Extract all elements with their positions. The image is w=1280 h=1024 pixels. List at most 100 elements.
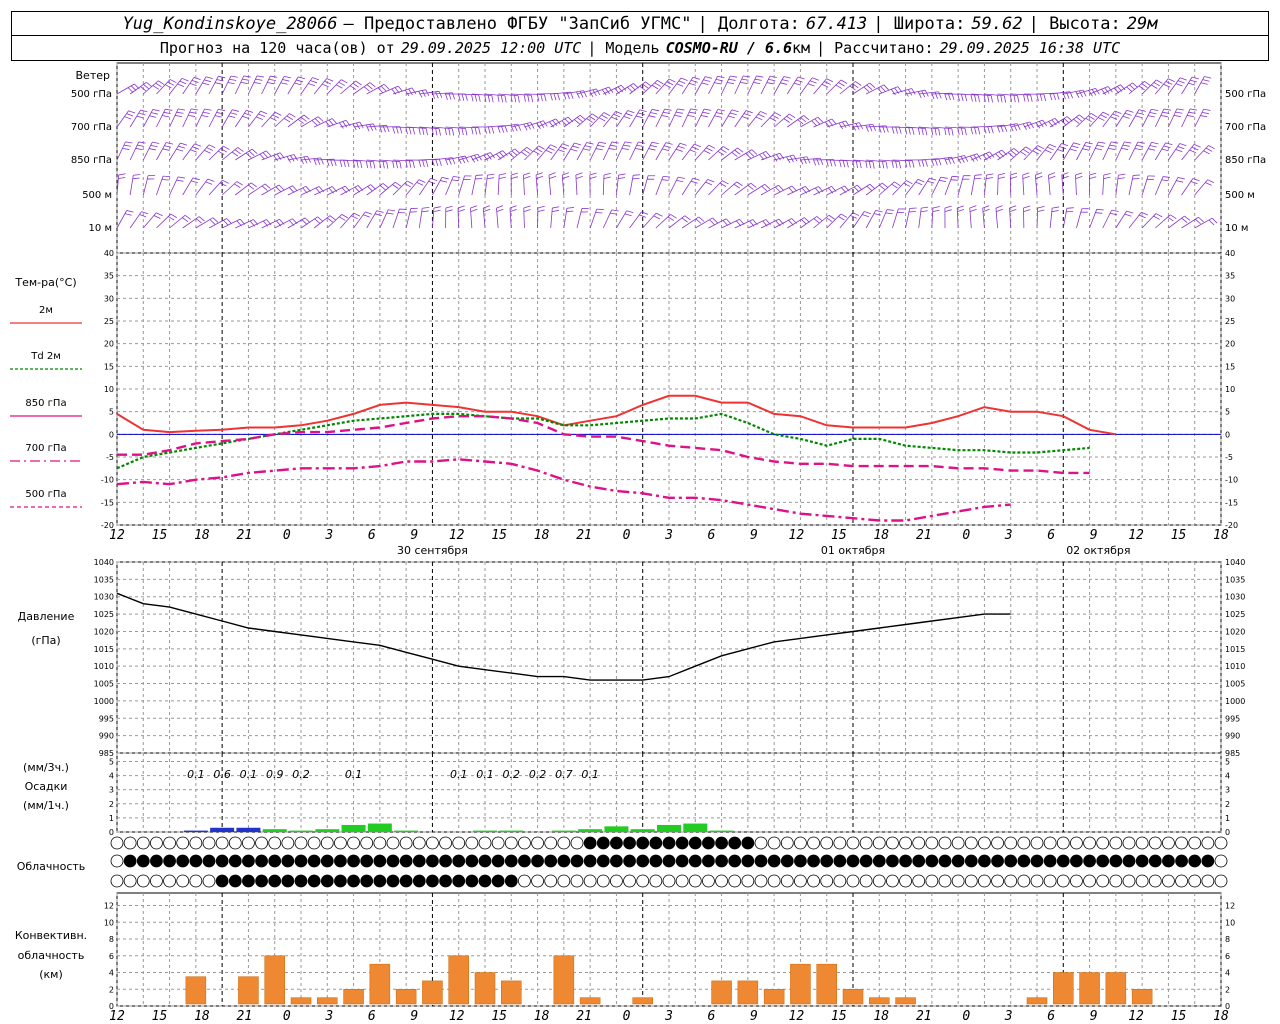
cloud-circle	[320, 854, 334, 868]
cloud-circle	[110, 874, 124, 888]
cloud-circle	[150, 854, 163, 868]
wind-barb-feather	[425, 160, 429, 168]
wind-barb-feather	[1048, 172, 1056, 176]
wind-barb-feather	[270, 75, 278, 78]
wind-barb-feather	[584, 145, 592, 148]
conv-bar	[501, 980, 522, 1005]
wind-barb-feather	[267, 82, 275, 85]
wind-barb-feather	[383, 83, 390, 90]
wind-barb-feather	[1023, 205, 1031, 209]
wind-barb-feather	[891, 126, 895, 134]
wind-barb-feather	[1151, 141, 1159, 145]
wind-barb-feather	[491, 95, 494, 103]
hour-tick-temp: 18	[194, 528, 210, 543]
wind-barb-feather	[316, 158, 321, 165]
wind-barb-feather	[743, 113, 751, 117]
wind-barb-feather	[326, 78, 334, 82]
cloud-circle	[478, 874, 492, 888]
wind-barb-feather	[395, 181, 402, 187]
press-ytick-left: 990	[99, 732, 114, 741]
cloud-circle	[150, 874, 163, 888]
wind-barb	[1141, 213, 1157, 229]
wind-barb-feather	[1189, 149, 1197, 154]
cloud-circle	[544, 854, 558, 868]
wind-barb-feather	[651, 141, 659, 145]
wind-barb-feather	[572, 145, 580, 149]
wind-barb-feather	[205, 181, 213, 185]
wind-barb-feather	[118, 173, 126, 176]
wind-barb-feather	[1073, 118, 1080, 124]
temp-ytick-right: -5	[1225, 453, 1233, 462]
hour-tick-temp: 12	[449, 528, 465, 543]
cloud-circle	[596, 836, 610, 850]
wind-barb-feather	[921, 159, 925, 167]
wind-barb	[116, 141, 126, 161]
wind-barb-feather	[1051, 210, 1059, 213]
cloud-circle	[636, 854, 650, 868]
precip-label: 0.9	[266, 768, 284, 781]
cloud-circle	[228, 874, 242, 888]
wind-barb-feather	[388, 209, 396, 212]
wind-barb-feather	[925, 159, 928, 167]
wind-barb-feather	[960, 156, 965, 163]
cloud-circle	[531, 854, 544, 868]
cloud-circle	[1043, 874, 1057, 888]
cloud-circle	[1188, 874, 1202, 888]
wind-barb-feather	[374, 213, 382, 216]
cloud-circle	[688, 874, 702, 888]
cloud-circle	[991, 836, 1004, 850]
wind-barb-feather	[1044, 149, 1052, 154]
wind-barb-feather	[223, 145, 230, 150]
wind-barb-feather	[178, 145, 186, 149]
conv-ytick-left: 2	[109, 985, 114, 994]
cloud-circle	[386, 874, 400, 888]
wind-barb-feather	[842, 160, 846, 168]
wind-barb-feather	[288, 187, 295, 193]
wind-barb-feather	[964, 155, 969, 162]
wind-barb-feather	[586, 118, 593, 123]
wind-barb-feather	[927, 180, 935, 184]
cloud-circle	[347, 836, 360, 850]
wind-barb-feather	[246, 109, 254, 113]
cloud-circle	[596, 854, 610, 868]
wind-barb	[392, 208, 400, 229]
conv-bar	[1131, 989, 1153, 1005]
wind-barb-feather	[176, 111, 184, 114]
temp-ytick-left: 5	[109, 408, 114, 417]
cloud-circle	[912, 836, 926, 850]
cloud-circle	[1148, 854, 1162, 868]
wind-barb-feather	[869, 183, 876, 190]
wind-barb-feather	[339, 216, 346, 221]
wind-barb-feather	[601, 114, 608, 119]
wind-barb-feather	[435, 159, 439, 166]
wind-barb-feather	[635, 115, 643, 119]
wind-barb-feather	[262, 152, 269, 158]
wind-barb-feather	[938, 91, 942, 99]
cloud-circle	[1070, 874, 1083, 888]
wind-barb-feather	[272, 114, 280, 119]
cloud-circle	[610, 836, 623, 850]
hour-tick-temp: 0	[962, 528, 970, 543]
cloud-circle	[938, 874, 952, 888]
wind-barb-feather	[1022, 172, 1030, 176]
wind-barb-feather	[421, 210, 429, 213]
conv-bar	[395, 989, 417, 1005]
cloud-circle	[807, 854, 820, 868]
precip-bar	[210, 827, 235, 832]
wind-barb	[1115, 141, 1125, 161]
wind-barb-feather	[575, 172, 583, 176]
wind-barb	[129, 81, 147, 95]
wind-barb-feather	[339, 122, 344, 129]
cloud-circle	[268, 836, 282, 850]
wind-barb-feather	[1195, 218, 1201, 225]
wind-barb-feather	[651, 84, 659, 90]
cloud-circle	[1201, 874, 1215, 888]
cloud-circle	[373, 854, 387, 868]
wind-barb	[182, 216, 200, 229]
cloud-circle	[820, 854, 834, 868]
hour-tick-bottom: 0	[962, 1009, 970, 1024]
wind-barb-feather	[797, 76, 805, 80]
wind-barb-feather	[369, 161, 372, 169]
wind-barb	[195, 178, 209, 196]
wind-barb-feather	[499, 173, 507, 176]
